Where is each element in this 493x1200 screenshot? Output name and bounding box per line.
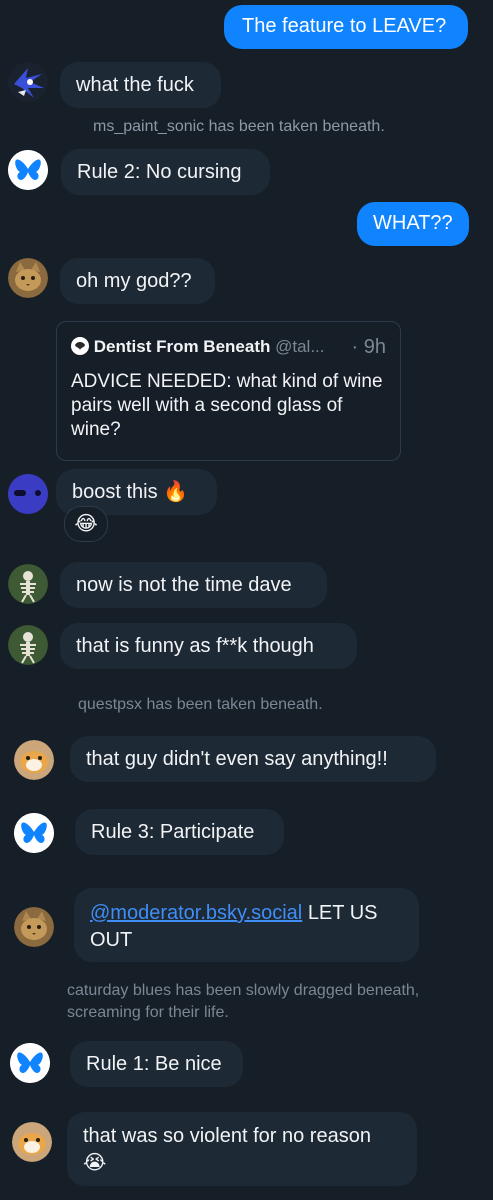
message-text: WHAT?? bbox=[373, 212, 453, 234]
mention-link[interactable]: @moderator.bsky.social bbox=[90, 902, 302, 924]
message-bubble[interactable]: that guy didn't even say anything!! bbox=[70, 736, 436, 782]
message-bubble[interactable]: Rule 3: Participate bbox=[75, 809, 284, 855]
cat-avatar-icon[interactable] bbox=[14, 907, 54, 947]
quote-post-header: Dentist From Beneath @tal... · 9h bbox=[71, 336, 390, 358]
blue-blob-avatar-icon-svg bbox=[8, 474, 48, 514]
skeleton-avatar-icon-svg bbox=[8, 625, 48, 665]
hamster-avatar-icon[interactable] bbox=[12, 1122, 52, 1162]
skeleton-avatar-icon[interactable] bbox=[8, 625, 48, 665]
quote-author-name[interactable]: Dentist From Beneath bbox=[94, 337, 271, 356]
hamster-avatar-icon[interactable] bbox=[14, 740, 54, 780]
my-message-bubble[interactable]: WHAT?? bbox=[357, 202, 469, 246]
cat-avatar-icon-svg bbox=[14, 907, 54, 947]
message-bubble[interactable]: oh my god?? bbox=[60, 258, 215, 304]
message-text: oh my god?? bbox=[76, 270, 192, 292]
system-notice: caturday blues has been slowly dragged b… bbox=[67, 982, 420, 1021]
system-notice: questpsx has been taken beneath. bbox=[78, 696, 323, 713]
message-text: that guy didn't even say anything!! bbox=[86, 748, 388, 770]
butterfly-icon[interactable] bbox=[8, 150, 48, 190]
quote-author-handle: @tal... bbox=[275, 337, 325, 356]
quote-post-card[interactable]: Dentist From Beneath @tal... · 9h ADVICE… bbox=[56, 321, 401, 461]
message-bubble[interactable]: that is funny as f**k though bbox=[60, 623, 357, 669]
message-bubble[interactable]: Rule 1: Be nice bbox=[70, 1041, 243, 1087]
message-bubble[interactable]: now is not the time dave bbox=[60, 562, 327, 608]
author-avatar-icon bbox=[71, 337, 89, 355]
message-bubble[interactable]: that was so violent for no reason 😭 bbox=[67, 1112, 417, 1186]
message-text: now is not the time dave bbox=[76, 574, 292, 596]
message-text: The feature to LEAVE? bbox=[242, 15, 447, 37]
quote-timestamp: · 9h bbox=[351, 336, 386, 358]
message-bubble[interactable]: @moderator.bsky.social LET US OUT bbox=[74, 888, 419, 962]
cat-avatar-icon-svg bbox=[8, 258, 48, 298]
hamster-avatar-icon-svg bbox=[12, 1122, 52, 1162]
butterfly-icon[interactable] bbox=[10, 1043, 50, 1083]
message-text: that is funny as f**k though bbox=[76, 635, 314, 657]
message-text: boost this bbox=[72, 481, 158, 503]
system-notice: ms_paint_sonic has been taken beneath. bbox=[93, 118, 385, 135]
message-text: Rule 1: Be nice bbox=[86, 1053, 222, 1075]
message-bubble[interactable]: what the fuck bbox=[60, 62, 221, 108]
message-text: that was so violent for no reason bbox=[83, 1125, 371, 1147]
crying-emoji: 😭 bbox=[83, 1152, 107, 1174]
butterfly-icon-svg bbox=[14, 813, 54, 853]
butterfly-icon-svg bbox=[10, 1043, 50, 1083]
laughing-emoji: 😂 bbox=[74, 513, 98, 535]
cat-avatar-icon[interactable] bbox=[8, 258, 48, 298]
butterfly-icon-svg bbox=[8, 150, 48, 190]
hamster-avatar-icon-svg bbox=[14, 740, 54, 780]
message-text: what the fuck bbox=[76, 74, 194, 96]
message-text: Rule 2: No cursing bbox=[77, 161, 242, 183]
reaction-badge[interactable]: 😂 bbox=[64, 506, 108, 542]
skeleton-avatar-icon-svg bbox=[8, 564, 48, 604]
skeleton-avatar-icon[interactable] bbox=[8, 564, 48, 604]
message-bubble[interactable]: Rule 2: No cursing bbox=[61, 149, 270, 195]
butterfly-icon[interactable] bbox=[14, 813, 54, 853]
sonic-avatar-icon-svg bbox=[8, 62, 48, 102]
sonic-avatar-icon[interactable] bbox=[8, 62, 48, 102]
fire-emoji: 🔥 bbox=[163, 481, 189, 503]
message-text: Rule 3: Participate bbox=[91, 821, 255, 843]
quote-post-text: ADVICE NEEDED: what kind of wine pairs w… bbox=[71, 371, 383, 440]
my-message-bubble[interactable]: The feature to LEAVE? bbox=[224, 5, 468, 49]
blue-blob-avatar-icon[interactable] bbox=[8, 474, 48, 514]
